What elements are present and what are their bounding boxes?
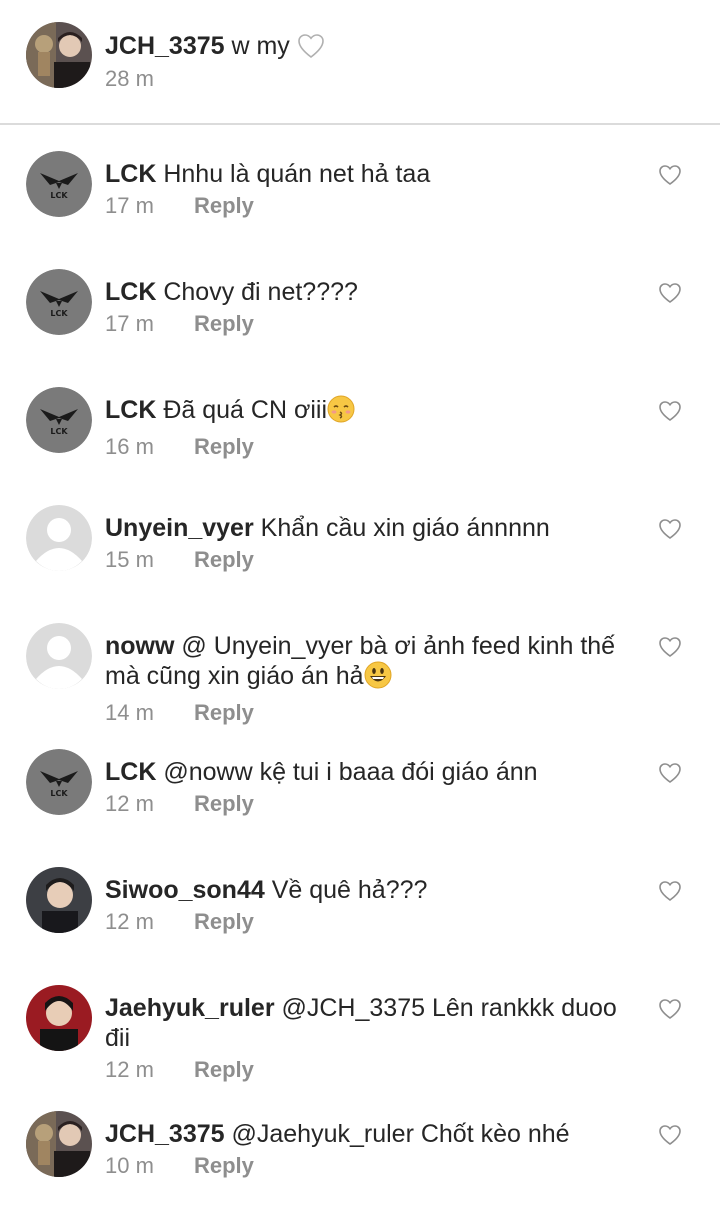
comment-username[interactable]: LCK bbox=[105, 396, 156, 424]
comment-line: Jaehyuk_ruler @JCH_3375 Lên rankkk duoo … bbox=[105, 993, 630, 1053]
reply-button[interactable]: Reply bbox=[194, 1055, 254, 1085]
comment-username[interactable]: noww bbox=[105, 632, 174, 660]
comment-line: LCK Hnhu là quán net hả taa bbox=[105, 159, 630, 189]
heart-outline-icon[interactable] bbox=[658, 636, 682, 658]
comment-username[interactable]: Siwoo_son44 bbox=[105, 876, 265, 904]
comment-meta: 14 m Reply bbox=[105, 698, 630, 728]
comment-body: JCH_3375 @Jaehyuk_ruler Chốt kèo nhé 10 m… bbox=[105, 1119, 630, 1181]
post-caption: JCH_3375 w my 28 m bbox=[0, 0, 720, 124]
avatar[interactable] bbox=[26, 505, 92, 571]
reply-button[interactable]: Reply bbox=[194, 789, 254, 819]
avatar[interactable] bbox=[26, 623, 92, 689]
comment-username[interactable]: LCK bbox=[105, 278, 156, 306]
comment-text: Về quê hả??? bbox=[271, 876, 428, 904]
heart-outline-icon[interactable] bbox=[658, 164, 682, 186]
avatar[interactable] bbox=[26, 985, 92, 1051]
reply-button[interactable]: Reply bbox=[194, 545, 254, 575]
caption-message: w my bbox=[231, 32, 290, 60]
reply-button[interactable]: Reply bbox=[194, 698, 254, 728]
comment-body: Unyein_vyer Khẩn cầu xin giáo ánnnnn 15 m… bbox=[105, 513, 630, 575]
reply-button[interactable]: Reply bbox=[194, 191, 254, 221]
comment-time: 12 m bbox=[105, 791, 154, 816]
heart-outline-icon[interactable] bbox=[658, 400, 682, 422]
comment-body: LCK Hnhu là quán net hả taa 17 m Reply bbox=[105, 159, 630, 221]
avatar[interactable]: LCK bbox=[26, 269, 92, 335]
grinning-face-emoji bbox=[364, 661, 392, 696]
svg-text:LCK: LCK bbox=[50, 191, 68, 200]
avatar[interactable] bbox=[26, 1111, 92, 1177]
comment-text: Chovy đi net???? bbox=[163, 278, 358, 306]
svg-text:LCK: LCK bbox=[50, 309, 68, 318]
comment-text: Khẩn cầu xin giáo ánnnnn bbox=[260, 514, 550, 542]
comment-meta: 12 m Reply bbox=[105, 907, 630, 937]
comment-meta: 10 m Reply bbox=[105, 1151, 630, 1181]
comment-body: noww @ Unyein_vyer bà ơi ảnh feed kinh t… bbox=[105, 631, 630, 728]
heart-outline-icon[interactable] bbox=[658, 282, 682, 304]
comment-time: 15 m bbox=[105, 547, 154, 572]
comment-line: LCK Chovy đi net???? bbox=[105, 277, 630, 307]
avatar[interactable]: LCK bbox=[26, 749, 92, 815]
kissing-face-emoji bbox=[327, 395, 355, 430]
heart-outline-icon[interactable] bbox=[658, 762, 682, 784]
comment-text: @noww kệ tui i baaa đói giáo ánn bbox=[163, 758, 538, 786]
comment-line: Siwoo_son44 Về quê hả??? bbox=[105, 875, 630, 905]
reply-button[interactable]: Reply bbox=[194, 907, 254, 937]
svg-text:LCK: LCK bbox=[50, 789, 68, 798]
comment-text: @Jaehyuk_ruler Chốt kèo nhé bbox=[231, 1120, 570, 1148]
white-heart-emoji bbox=[297, 33, 325, 67]
comment-username[interactable]: Unyein_vyer bbox=[105, 514, 254, 542]
comment-time: 12 m bbox=[105, 909, 154, 934]
divider bbox=[0, 123, 720, 125]
comment-time: 16 m bbox=[105, 434, 154, 459]
comment-body: LCK Chovy đi net???? 17 m Reply bbox=[105, 277, 630, 339]
comment-line: noww @ Unyein_vyer bà ơi ảnh feed kinh t… bbox=[105, 631, 630, 696]
comment-text: Đã quá CN ơiii bbox=[163, 396, 328, 424]
avatar[interactable] bbox=[26, 867, 92, 933]
comment-meta: 17 m Reply bbox=[105, 191, 630, 221]
heart-outline-icon[interactable] bbox=[658, 1124, 682, 1146]
comment-time: 14 m bbox=[105, 700, 154, 725]
comment-body: LCK @noww kệ tui i baaa đói giáo ánn 12 m… bbox=[105, 757, 630, 819]
avatar[interactable]: LCK bbox=[26, 387, 92, 453]
reply-button[interactable]: Reply bbox=[194, 432, 254, 462]
heart-outline-icon[interactable] bbox=[658, 518, 682, 540]
comment-meta: 16 m Reply bbox=[105, 432, 630, 462]
comment-time: 17 m bbox=[105, 193, 154, 218]
caption-time: 28 m bbox=[105, 66, 154, 91]
comment-meta: 15 m Reply bbox=[105, 545, 630, 575]
avatar[interactable]: LCK bbox=[26, 151, 92, 217]
comment-body: Jaehyuk_ruler @JCH_3375 Lên rankkk duoo … bbox=[105, 993, 630, 1085]
comment-text: @ Unyein_vyer bà ơi ảnh feed kinh thế mà… bbox=[105, 632, 616, 690]
heart-outline-icon[interactable] bbox=[658, 998, 682, 1020]
comment-username[interactable]: LCK bbox=[105, 758, 156, 786]
comment-line: LCK Đã quá CN ơiii bbox=[105, 395, 630, 430]
caption-text: JCH_3375 w my bbox=[105, 30, 325, 67]
comment-meta: 17 m Reply bbox=[105, 309, 630, 339]
reply-button[interactable]: Reply bbox=[194, 1151, 254, 1181]
comment-meta: 12 m Reply bbox=[105, 1055, 630, 1085]
comment-line: Unyein_vyer Khẩn cầu xin giáo ánnnnn bbox=[105, 513, 630, 543]
comment-username[interactable]: JCH_3375 bbox=[105, 1120, 225, 1148]
comment-time: 17 m bbox=[105, 311, 154, 336]
comment-time: 10 m bbox=[105, 1153, 154, 1178]
comment-line: LCK @noww kệ tui i baaa đói giáo ánn bbox=[105, 757, 630, 787]
comment-username[interactable]: Jaehyuk_ruler bbox=[105, 994, 275, 1022]
reply-button[interactable]: Reply bbox=[194, 309, 254, 339]
avatar[interactable] bbox=[26, 22, 92, 88]
comment-time: 12 m bbox=[105, 1057, 154, 1082]
svg-text:LCK: LCK bbox=[50, 427, 68, 436]
heart-outline-icon[interactable] bbox=[658, 880, 682, 902]
comment-body: LCK Đã quá CN ơiii 16 m Reply bbox=[105, 395, 630, 462]
comment-line: JCH_3375 @Jaehyuk_ruler Chốt kèo nhé bbox=[105, 1119, 630, 1149]
caption-username[interactable]: JCH_3375 bbox=[105, 32, 225, 60]
comment-meta: 12 m Reply bbox=[105, 789, 630, 819]
comment-username[interactable]: LCK bbox=[105, 160, 156, 188]
comment-body: Siwoo_son44 Về quê hả??? 12 m Reply bbox=[105, 875, 630, 937]
comment-text: Hnhu là quán net hả taa bbox=[163, 160, 431, 188]
